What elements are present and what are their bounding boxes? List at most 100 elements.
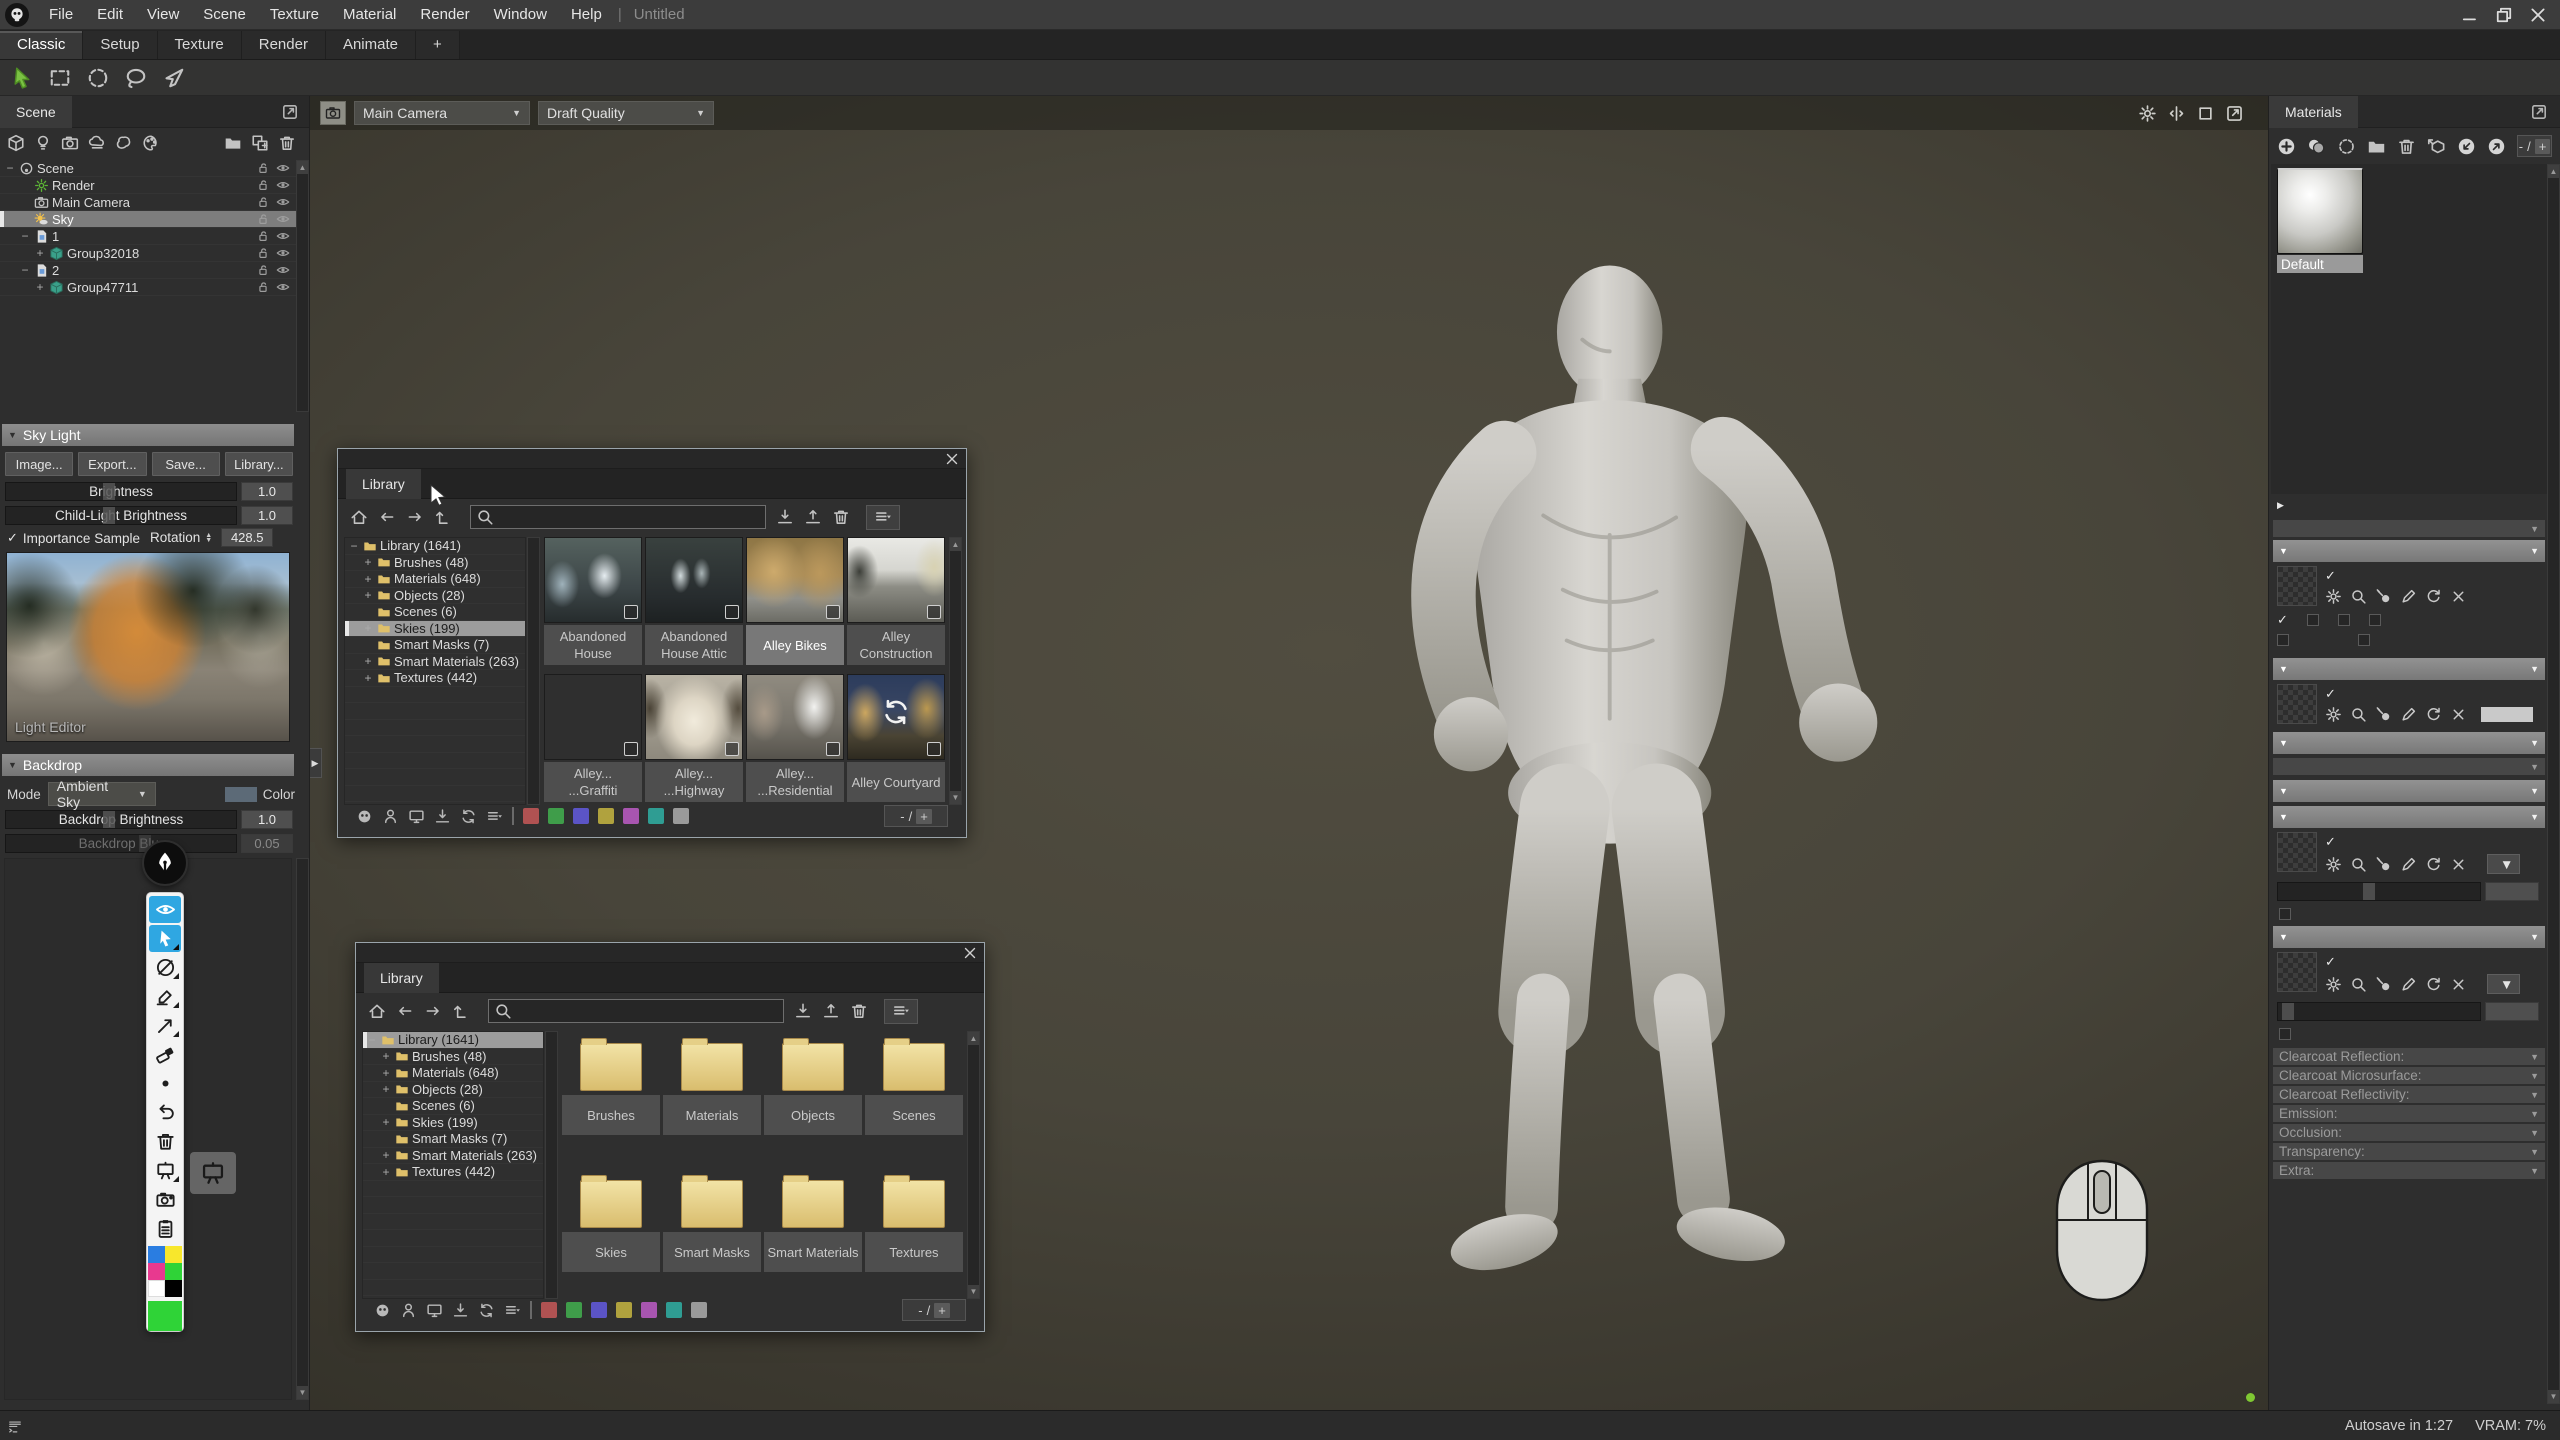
tag-color-swatch[interactable] <box>566 1302 582 1318</box>
sky-thumbnail-item[interactable]: AbandonedHouse <box>544 537 642 668</box>
reflectivity-map-thumbnail[interactable] <box>2277 952 2317 992</box>
clear-icon[interactable] <box>2450 588 2467 605</box>
add-camera-icon[interactable] <box>61 134 79 152</box>
tag-color-swatch[interactable] <box>648 808 664 824</box>
reload-icon[interactable] <box>2425 976 2442 993</box>
backdrop-brightness-value[interactable]: 1.0 <box>241 810 293 829</box>
settings-icon[interactable] <box>2325 856 2342 873</box>
close-icon[interactable] <box>962 945 978 961</box>
avatar-icon[interactable] <box>356 808 373 825</box>
transmission-section[interactable]: ▼ <box>2273 758 2545 775</box>
clear-all-icon[interactable] <box>149 1128 181 1155</box>
add-object-icon[interactable] <box>7 134 25 152</box>
library-button[interactable]: Library... <box>225 452 293 476</box>
backdrop-header[interactable]: ▼ Backdrop <box>2 754 294 776</box>
library-tree-scrollbar[interactable] <box>527 537 540 805</box>
reflectivity-channel-select[interactable]: ▼ <box>2487 974 2520 994</box>
checkbox-scale-bias[interactable]: ✓ <box>2277 612 2293 628</box>
tag-color-swatch[interactable] <box>641 1302 657 1318</box>
back-icon[interactable] <box>396 1002 414 1020</box>
scene-tree-row[interactable]: +Group47711 <box>0 279 296 296</box>
edit-icon[interactable] <box>2400 976 2417 993</box>
dim-section-6[interactable]: Extra:▼ <box>2273 1162 2545 1179</box>
tree-expander-icon[interactable]: + <box>380 1049 392 1063</box>
duplicate-material-icon[interactable] <box>2307 137 2326 156</box>
view-options-button[interactable] <box>866 505 900 530</box>
tab-library[interactable]: Library <box>364 963 439 993</box>
library-folder-item[interactable]: Smart Materials <box>764 1168 862 1299</box>
backdrop-color-swatch[interactable] <box>225 787 257 802</box>
tab-library[interactable]: Library <box>346 469 421 499</box>
whiteboard-icon[interactable] <box>149 1157 181 1184</box>
palette-color-swatch[interactable] <box>148 1246 165 1263</box>
lasso-tool-icon[interactable] <box>124 66 148 90</box>
home-icon[interactable] <box>350 508 368 526</box>
menu-item-window[interactable]: Window <box>482 0 559 30</box>
library-tree-row[interactable]: −Library (1641) <box>363 1032 543 1049</box>
scene-tree-row[interactable]: +Group32018 <box>0 245 296 262</box>
minimize-button[interactable] <box>2460 5 2480 25</box>
clear-icon[interactable] <box>2450 706 2467 723</box>
library-tree-row[interactable]: Smart Masks (7) <box>345 637 525 654</box>
sky-thumbnail-image[interactable] <box>847 674 945 760</box>
dim-section-4[interactable]: Occlusion:▼ <box>2273 1124 2545 1141</box>
add-light-icon[interactable] <box>34 134 52 152</box>
sync-icon[interactable] <box>478 1302 495 1319</box>
tree-expander-icon[interactable]: + <box>362 654 374 668</box>
library-tree-row[interactable]: +Brushes (48) <box>345 555 525 572</box>
brightness-value[interactable]: 1.0 <box>241 482 293 501</box>
library-tree-scrollbar[interactable] <box>545 1031 558 1299</box>
scene-tree-row[interactable]: −1 <box>0 228 296 245</box>
sphere-preview-icon[interactable] <box>2337 137 2356 156</box>
menu-item-render[interactable]: Render <box>408 0 481 30</box>
sky-light-header[interactable]: ▼ Sky Light <box>2 424 294 446</box>
tree-expander-icon[interactable]: − <box>19 229 31 243</box>
checkbox-flip-y[interactable] <box>2338 614 2355 626</box>
left-panel-scrollbar[interactable]: ▼ <box>296 858 309 1400</box>
download-icon[interactable] <box>452 1302 469 1319</box>
slider-handle[interactable] <box>2363 883 2375 900</box>
clear-icon[interactable] <box>2450 856 2467 873</box>
child-light-brightness-slider[interactable]: Child-Light Brightness <box>5 506 237 525</box>
picker-icon[interactable] <box>2375 856 2392 873</box>
workspace-tab-render[interactable]: Render <box>242 31 326 59</box>
ellipse-select-tool-icon[interactable] <box>86 66 110 90</box>
workspace-tab-classic[interactable]: Classic <box>0 31 83 59</box>
forward-icon[interactable] <box>406 508 424 526</box>
assign-material-icon[interactable] <box>2427 137 2446 156</box>
diffusion-section[interactable]: ▼▼ <box>2273 732 2545 754</box>
checkbox-generate-z[interactable] <box>2277 634 2294 646</box>
tree-expander-icon[interactable]: + <box>362 572 374 586</box>
sky-thumbnail-item[interactable]: Alley Courtyard <box>847 674 945 805</box>
add-layer-icon[interactable] <box>251 134 269 152</box>
backdrop-brightness-slider[interactable]: Backdrop Brightness <box>5 810 237 829</box>
zoom-icon[interactable] <box>2350 706 2367 723</box>
scene-tree-row[interactable]: −Scene <box>0 160 296 177</box>
brush-size-dot-icon[interactable] <box>149 1070 181 1097</box>
sky-thumbnail-image[interactable] <box>544 537 642 623</box>
slider-handle[interactable] <box>2282 1003 2294 1020</box>
tab-scene[interactable]: Scene <box>0 96 72 128</box>
thumbnail-checkbox[interactable] <box>826 742 840 756</box>
list-icon[interactable] <box>504 1302 521 1319</box>
thumbnail-checkbox[interactable] <box>624 742 638 756</box>
importance-sample-checkbox[interactable]: ✓ Importance Sample <box>7 530 140 546</box>
surface-section[interactable]: ▼▼ <box>2273 540 2545 562</box>
library-folder-item[interactable]: Objects <box>764 1031 862 1162</box>
library-tree-row[interactable]: +Objects (28) <box>363 1082 543 1099</box>
library-tree-row[interactable]: +Materials (648) <box>363 1065 543 1082</box>
tag-color-swatch[interactable] <box>548 808 564 824</box>
tree-expander-icon[interactable]: + <box>380 1148 392 1162</box>
thumbnail-size-control[interactable]: -/+ <box>884 805 948 827</box>
tag-color-swatch[interactable] <box>541 1302 557 1318</box>
library-tree-row[interactable]: +Textures (442) <box>363 1164 543 1181</box>
tree-expander-icon[interactable]: − <box>366 1033 378 1047</box>
palette-color-swatch[interactable] <box>165 1246 182 1263</box>
menu-item-edit[interactable]: Edit <box>85 0 135 30</box>
sky-thumbnail-image[interactable] <box>746 537 844 623</box>
sky-preview-image[interactable]: Light Editor <box>6 552 290 742</box>
library-tree-row[interactable]: Scenes (6) <box>363 1098 543 1115</box>
rotation-stepper-icon[interactable]: ▲▼ <box>205 533 212 543</box>
reload-icon[interactable] <box>2425 856 2442 873</box>
delete-icon[interactable] <box>832 508 850 526</box>
